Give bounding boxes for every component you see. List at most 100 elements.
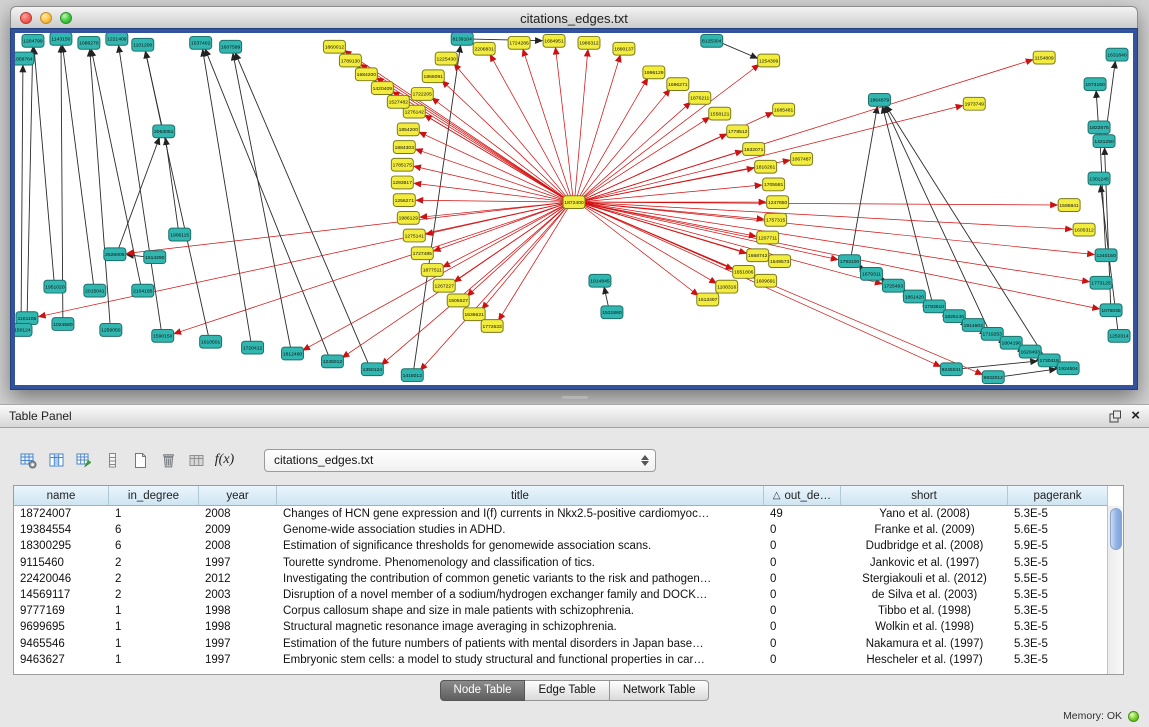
network-node[interactable]: 1866091 bbox=[422, 70, 444, 83]
import-table-icon[interactable] bbox=[184, 448, 209, 472]
network-node[interactable]: 1154809 bbox=[1033, 51, 1055, 64]
table-vertical-scrollbar[interactable] bbox=[1107, 506, 1123, 674]
new-file-icon[interactable] bbox=[128, 448, 153, 472]
network-node[interactable]: 2206831 bbox=[473, 42, 495, 55]
network-node[interactable]: 1822875 bbox=[1088, 121, 1110, 134]
table-row[interactable]: 2242004622012Investigating the contribut… bbox=[14, 571, 1108, 587]
network-node[interactable]: 1549573 bbox=[769, 255, 791, 268]
network-node[interactable]: 1073150 bbox=[1084, 78, 1106, 91]
network-node[interactable]: 1951020 bbox=[44, 280, 66, 293]
table-row[interactable]: 1872400712008Changes of HCN gene express… bbox=[14, 506, 1108, 522]
table-row[interactable]: 1830029562008Estimation of significance … bbox=[14, 538, 1108, 554]
network-node[interactable]: 1514290 bbox=[144, 251, 166, 264]
network-node[interactable]: 1854200 bbox=[397, 123, 419, 136]
tab-edge-table[interactable]: Edge Table bbox=[525, 680, 609, 701]
network-node[interactable]: 1421250 bbox=[1093, 135, 1115, 148]
network-node[interactable]: 1275141 bbox=[403, 229, 425, 242]
network-node[interactable]: 1860012 bbox=[323, 40, 345, 53]
network-node[interactable]: 1884303 bbox=[393, 141, 415, 154]
network-node[interactable]: 1267227 bbox=[433, 279, 455, 292]
network-node[interactable]: 1607589 bbox=[220, 40, 242, 53]
float-panel-icon[interactable] bbox=[1109, 410, 1122, 423]
network-node[interactable]: 1996129 bbox=[643, 66, 665, 79]
network-node[interactable]: 1350124 bbox=[361, 363, 383, 376]
network-node[interactable]: 1727485 bbox=[411, 247, 433, 260]
network-node[interactable]: 1101200 bbox=[132, 38, 154, 51]
network-node[interactable]: 1240150 bbox=[1095, 249, 1117, 262]
table-settings-icon[interactable] bbox=[16, 448, 41, 472]
table-row[interactable]: 1456911722003Disruption of a novel membe… bbox=[14, 587, 1108, 603]
column-header-pagerank[interactable]: pagerank bbox=[1008, 486, 1108, 506]
network-node[interactable]: 1720412 bbox=[242, 341, 264, 354]
network-node[interactable]: 9245041 bbox=[940, 363, 962, 376]
network-node[interactable]: 1086270 bbox=[78, 36, 100, 49]
network-node[interactable]: 1793100 bbox=[839, 255, 861, 268]
network-node[interactable]: 1924504 bbox=[1057, 362, 1079, 375]
network-node[interactable]: 2104195 bbox=[132, 284, 154, 297]
column-header-in_degree[interactable]: in_degree bbox=[109, 486, 199, 506]
column-header-year[interactable]: year bbox=[199, 486, 277, 506]
network-node[interactable]: 2526005 bbox=[104, 248, 126, 261]
network-node[interactable]: 1725493 bbox=[882, 279, 904, 292]
delete-table-icon[interactable] bbox=[156, 448, 181, 472]
network-node[interactable]: 1789130 bbox=[339, 54, 361, 67]
table-row[interactable]: 1938455462009Genome-wide association stu… bbox=[14, 522, 1108, 538]
memory-status-indicator[interactable] bbox=[1128, 711, 1139, 722]
show-columns-icon[interactable] bbox=[44, 448, 69, 472]
network-node[interactable]: 1861420 bbox=[903, 290, 925, 303]
network-node[interactable]: 1679311 bbox=[860, 268, 882, 281]
network-node[interactable]: 1531860 bbox=[601, 306, 623, 319]
network-node[interactable]: 1250314 bbox=[1108, 329, 1130, 342]
network-node[interactable]: 1684951 bbox=[543, 34, 565, 47]
network-node[interactable]: 1513497 bbox=[697, 293, 719, 306]
network-node[interactable]: 1259050 bbox=[100, 324, 122, 337]
network-node[interactable]: 1906115 bbox=[169, 228, 191, 241]
network-node[interactable]: 2063051 bbox=[153, 125, 175, 138]
network-node[interactable]: 1986312 bbox=[578, 36, 600, 49]
network-node[interactable]: 1024580 bbox=[52, 318, 74, 331]
network-node[interactable]: 8139104 bbox=[451, 33, 473, 45]
network-node[interactable]: 1610501 bbox=[200, 335, 222, 348]
network-node[interactable]: 1724286 bbox=[508, 36, 530, 49]
network-node[interactable]: 1973749 bbox=[963, 97, 985, 110]
network-node[interactable]: 1778512 bbox=[727, 125, 749, 138]
network-node[interactable]: 1254309 bbox=[758, 54, 780, 67]
window-titlebar[interactable]: citations_edges.txt bbox=[10, 6, 1138, 30]
table-row[interactable]: 946554611997Estimation of the future num… bbox=[14, 636, 1108, 652]
network-node[interactable]: 1301245 bbox=[1088, 172, 1110, 185]
row-tools-icon[interactable] bbox=[100, 448, 125, 472]
table-row[interactable]: 969969511998Structural magnetic resonanc… bbox=[14, 619, 1108, 635]
network-node[interactable]: 1505627 bbox=[447, 294, 469, 307]
panel-splitter[interactable] bbox=[0, 390, 1149, 404]
table-selector-dropdown[interactable]: citations_edges.txt bbox=[264, 449, 656, 472]
column-header-short[interactable]: short bbox=[841, 486, 1008, 506]
network-node[interactable]: 1058764 bbox=[15, 52, 34, 65]
network-node[interactable]: 1876211 bbox=[689, 92, 711, 105]
network-node[interactable]: 1293817 bbox=[391, 176, 413, 189]
network-node[interactable]: 1245012 bbox=[321, 355, 343, 368]
network-node[interactable]: 1101105 bbox=[16, 312, 38, 325]
network-node[interactable]: 1757315 bbox=[765, 213, 787, 226]
network-node[interactable]: 1225430 bbox=[435, 52, 457, 65]
network-node[interactable]: 1812490 bbox=[282, 347, 304, 360]
network-node[interactable]: 1877511 bbox=[421, 264, 443, 277]
network-node[interactable]: 1986129 bbox=[397, 211, 419, 224]
column-header-title[interactable]: title bbox=[277, 486, 764, 506]
table-row[interactable]: 946362711997Embryonic stem cells: a mode… bbox=[14, 652, 1108, 668]
window-zoom-button[interactable] bbox=[60, 12, 72, 24]
network-node[interactable]: 1685481 bbox=[773, 103, 795, 116]
network-node[interactable]: 1722205 bbox=[411, 88, 433, 101]
window-minimize-button[interactable] bbox=[40, 12, 52, 24]
network-node[interactable]: 1785175 bbox=[391, 158, 413, 171]
network-node[interactable]: 1914845 bbox=[589, 274, 611, 287]
close-panel-icon[interactable]: × bbox=[1131, 409, 1140, 423]
scrollbar-thumb-icon[interactable] bbox=[1110, 508, 1122, 550]
edit-table-icon[interactable] bbox=[72, 448, 97, 472]
network-node[interactable]: 1067487 bbox=[791, 152, 813, 165]
network-node[interactable]: 1684200 bbox=[355, 68, 377, 81]
network-node[interactable]: 1207711 bbox=[757, 231, 779, 244]
network-node[interactable]: 2015041 bbox=[84, 284, 106, 297]
network-node[interactable]: 1636621 bbox=[463, 308, 485, 321]
network-node[interactable]: 1609691 bbox=[755, 274, 777, 287]
network-node[interactable]: 1420409 bbox=[371, 82, 393, 95]
